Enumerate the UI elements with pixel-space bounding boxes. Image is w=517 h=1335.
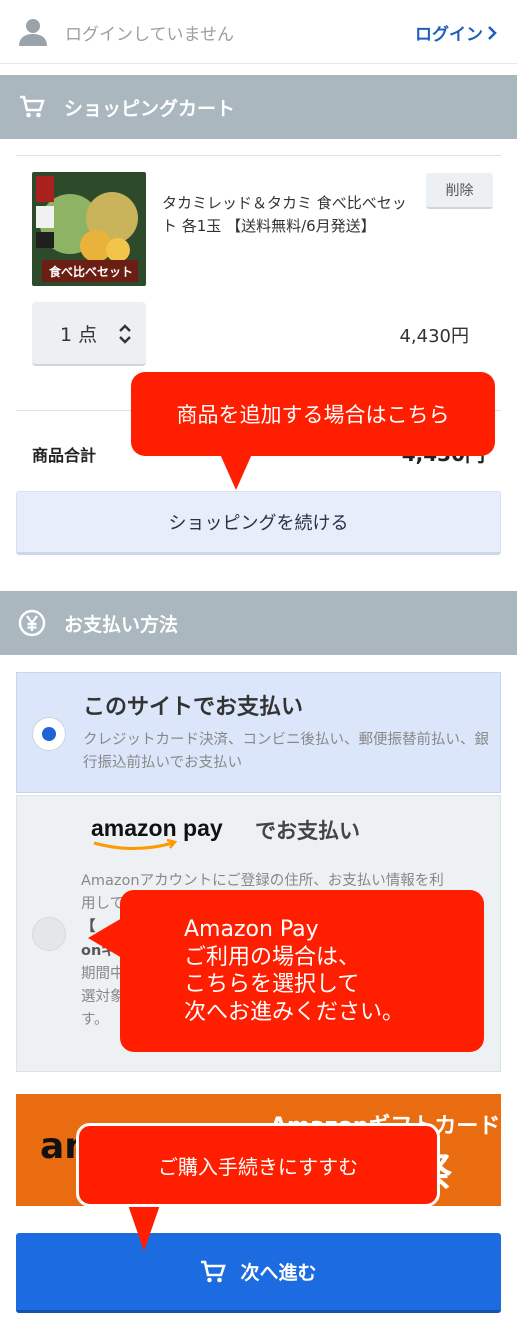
product-name[interactable]: タカミレッド＆タカミ 食べ比べセット 各1玉 【送料無料/6月発送】 [162,192,414,239]
payment-section-header: お支払い方法 [0,591,517,655]
callout-amazon-pay-text: Amazon Pay ご利用の場合は、 こちらを選択して 次へお進みください。 [184,917,405,1025]
quantity-value: 1 点 [60,323,98,346]
cart-icon [18,93,46,121]
callout-proceed: ご購入手続きにすすむ [76,1123,440,1207]
quantity-select[interactable]: 1 点 [32,302,146,366]
sort-arrows-icon [119,324,131,344]
callout-add-items: 商品を追加する場合はこちら [131,372,495,456]
item-price: 4,430円 [399,326,469,347]
callout-amazon-pay: Amazon Pay ご利用の場合は、 こちらを選択して 次へお進みください。 [120,890,484,1052]
login-link[interactable]: ログイン [415,20,497,45]
divider [16,155,501,156]
radio-site-payment[interactable] [32,717,66,751]
cart-section-header: ショッピングカート [0,75,517,139]
amazon-pay-logo-text: amazon pay [91,815,223,841]
continue-shopping-button[interactable]: ショッピングを続ける [16,491,501,555]
login-bar: ログインしていません ログイン [0,0,517,64]
delete-button[interactable]: 削除 [426,173,493,209]
next-button-label: 次へ進む [240,1262,317,1284]
callout-pointer [220,454,252,490]
product-thumbnail[interactable]: 食べ比べセット [32,172,146,286]
subtotal-label: 商品合計 [32,446,97,465]
login-link-label: ログイン [415,25,483,45]
cart-section-title: ショッピングカート [64,97,236,120]
payment-section-title: お支払い方法 [64,613,179,636]
yen-icon [18,609,46,637]
amazon-pay-logo: amazon pay [91,815,223,850]
site-payment-title: このサイトでお支払い [83,695,304,720]
next-button[interactable]: 次へ進む [16,1233,501,1313]
payment-option-site[interactable]: このサイトでお支払い クレジットカード決済、コンビニ後払い、郵便振替前払い、銀行… [16,672,501,793]
login-status-text: ログインしていません [65,25,234,45]
user-icon [19,19,47,46]
cart-icon [201,1260,227,1282]
amazon-pay-title: でお支払い [255,819,360,843]
radio-amazon-pay[interactable] [32,917,66,951]
chevron-right-icon [488,25,497,40]
callout-pointer [88,918,122,958]
product-thumbnail-caption: 食べ比べセット [48,265,133,279]
site-payment-description: クレジットカード決済、コンビニ後払い、郵便振替前払い、銀行振込前払いでお支払い [83,732,489,772]
callout-pointer [128,1205,160,1251]
